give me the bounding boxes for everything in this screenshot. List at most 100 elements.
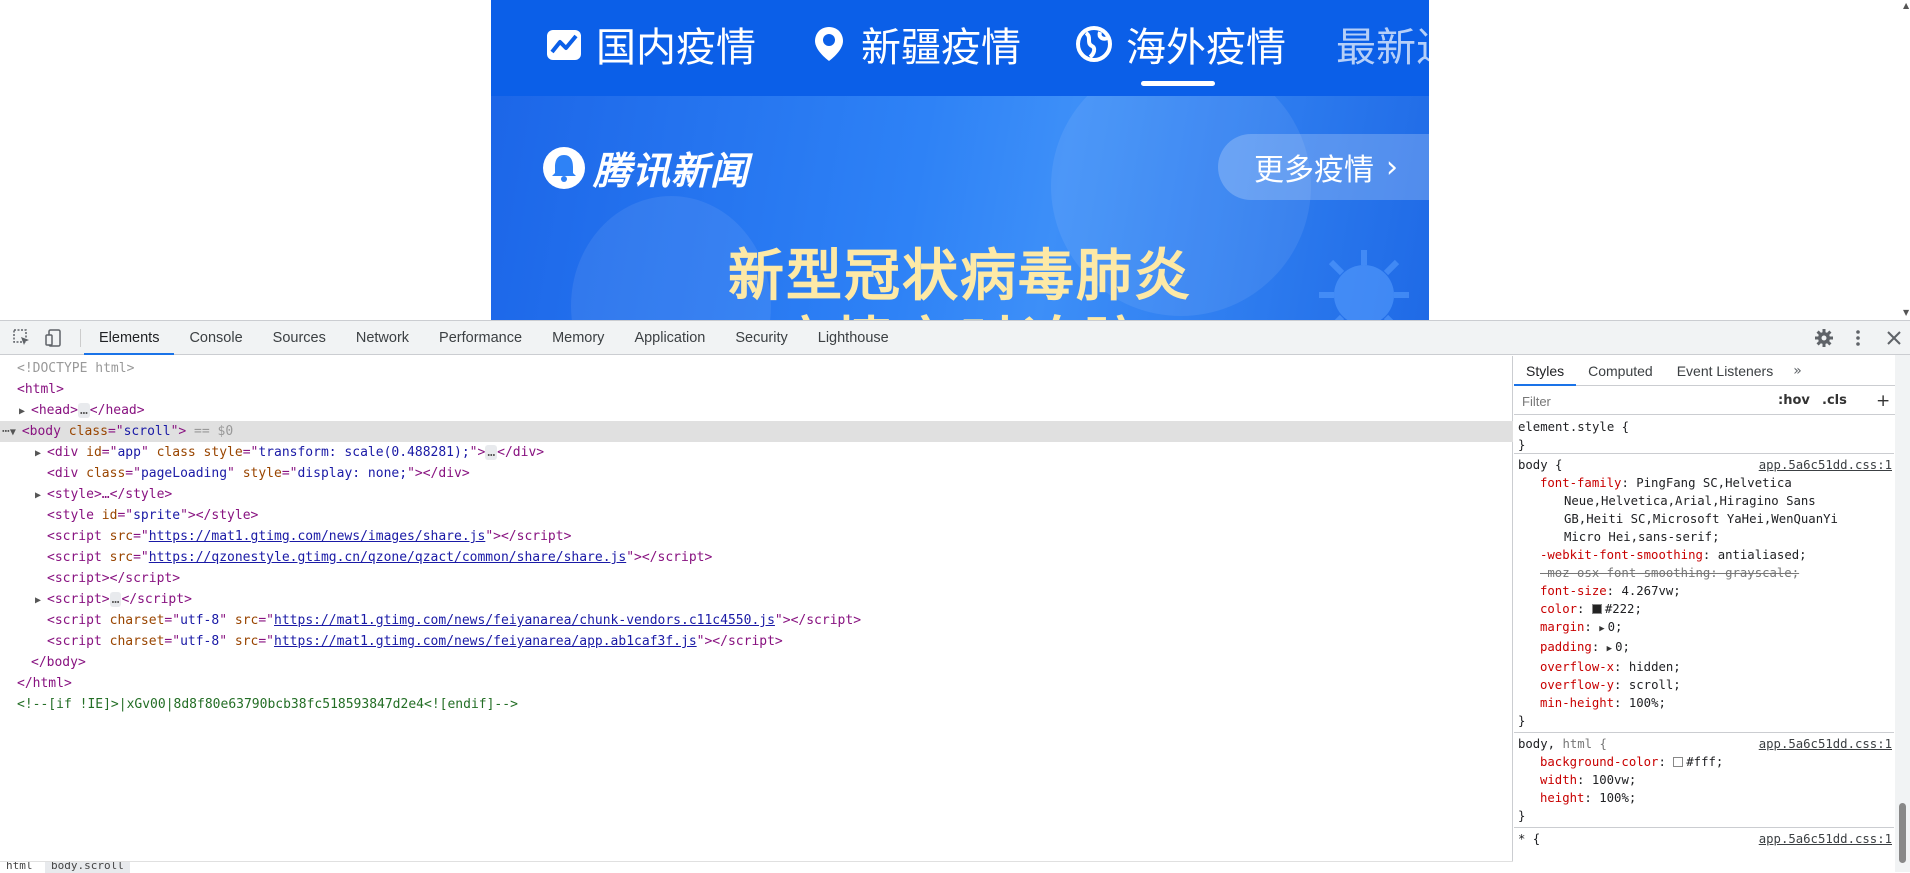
devtools-panel: Elements Console Sources Network Perform… [0, 320, 1910, 873]
nav-tab-domestic[interactable]: 国内疫情 [544, 14, 756, 74]
device-toolbar-icon[interactable] [44, 328, 64, 348]
dom-node-script-share[interactable]: <script src="https://mat1.gtimg.com/news… [0, 526, 1513, 547]
nav-tab-label: 新疆疫情 [861, 25, 1021, 71]
prop-value: 100%; [1599, 791, 1637, 805]
close-icon[interactable] [1884, 328, 1904, 348]
collapsed-ellipsis[interactable]: … [77, 403, 90, 418]
expand-triangle-icon[interactable]: ▶ [35, 590, 47, 611]
banner-subheadline: 疫情实时追踪 [491, 299, 1429, 320]
more-tabs-chevron-icon[interactable]: » [1785, 356, 1810, 386]
settings-gear-icon[interactable] [1814, 328, 1834, 348]
prop-value: hidden; [1628, 660, 1681, 674]
css-property[interactable]: overflow-x: hidden; [1518, 658, 1894, 676]
rule-body[interactable]: body { app.5a6c51dd.css:1 font-family: P… [1514, 454, 1894, 733]
expand-triangle-icon[interactable]: ▶ [35, 485, 47, 506]
dom-node-loading-div[interactable]: <div class="pageLoading" style="display:… [0, 463, 1513, 484]
tab-elements[interactable]: Elements [84, 321, 175, 355]
tab-network[interactable]: Network [341, 321, 424, 355]
color-swatch[interactable] [1673, 757, 1684, 767]
expand-triangle-icon[interactable]: ▶ [19, 401, 31, 422]
css-property[interactable]: font-size: 4.267vw; [1518, 582, 1894, 600]
styles-filter-input[interactable] [1518, 390, 1765, 412]
css-property[interactable]: overflow-y: scroll; [1518, 676, 1894, 694]
css-property[interactable]: font-family: PingFang SC,Helvetica [1518, 474, 1894, 492]
inspect-element-icon[interactable] [12, 328, 32, 348]
tab-styles[interactable]: Styles [1514, 356, 1577, 386]
rule-body-html[interactable]: body, html { app.5a6c51dd.css:1 backgrou… [1514, 733, 1894, 828]
tab-security[interactable]: Security [720, 321, 802, 355]
more-epidemic-button[interactable]: 更多疫情 › [1218, 134, 1429, 200]
dom-node-script-inline[interactable]: ▶ <script>… </script> [0, 589, 1513, 610]
rule-source-link[interactable]: app.5a6c51dd.css:1 [1759, 456, 1892, 474]
dom-node-doctype[interactable]: <!DOCTYPE html> [0, 358, 1513, 379]
css-property[interactable]: width: 100vw; [1518, 771, 1894, 789]
script-src-link[interactable]: https://qzonestyle.gtimg.cn/qzone/qzact/… [149, 550, 626, 565]
viewport-scrollbar[interactable] [1893, 0, 1910, 320]
scroll-up-arrow-icon[interactable]: ▲ [1903, 1, 1909, 10]
prop-name: background-color [1540, 755, 1659, 769]
tab-sources[interactable]: Sources [258, 321, 341, 355]
dom-node-html[interactable]: <html> [0, 379, 1513, 400]
devtools-tabs: Elements Console Sources Network Perform… [84, 321, 904, 355]
new-style-rule-button[interactable]: + [1876, 391, 1890, 411]
scroll-down-arrow-icon[interactable]: ▼ [1903, 308, 1909, 317]
dom-node-script-vendors[interactable]: <script charset="utf-8" src="https://mat… [0, 610, 1513, 631]
attr-value: transform: scale(0.488281); [258, 445, 470, 460]
nav-tab-overseas[interactable]: 海外疫情 [1074, 14, 1286, 74]
rule-source-link[interactable]: app.5a6c51dd.css:1 [1759, 830, 1892, 848]
dom-node-script-empty[interactable]: <script></script> [0, 568, 1513, 589]
css-property[interactable]: min-height: 100%; [1518, 694, 1894, 712]
dom-node-comment[interactable]: <!--[if !IE]>|xGv00|8d8f80e63790bcb38fc5… [0, 694, 1513, 715]
prop-value: 100vw; [1591, 773, 1637, 787]
dom-node-body-selected[interactable]: ⋯▼ <body class="scroll"> == $0 [0, 421, 1513, 442]
more-options-icon[interactable] [1848, 328, 1868, 348]
script-src-link[interactable]: https://mat1.gtimg.com/news/images/share… [149, 529, 486, 544]
script-src-link[interactable]: https://mat1.gtimg.com/news/feiyanarea/a… [274, 634, 697, 649]
breadcrumb-body[interactable]: body.scroll [45, 862, 130, 873]
dom-node-head[interactable]: ▶ <head>… </head> [0, 400, 1513, 421]
dom-node-style-sprite[interactable]: <style id="sprite"></style> [0, 505, 1513, 526]
color-swatch[interactable] [1591, 604, 1602, 614]
tab-memory[interactable]: Memory [537, 321, 619, 355]
expand-triangle-icon[interactable]: ▶ [35, 443, 47, 464]
hover-state-toggle[interactable]: :hov [1778, 391, 1810, 411]
prop-name: overflow-y [1540, 678, 1615, 692]
rule-element-style[interactable]: element.style { } [1514, 416, 1894, 454]
tab-performance[interactable]: Performance [424, 321, 537, 355]
css-property[interactable]: background-color: #fff; [1518, 753, 1894, 771]
class-toggle[interactable]: .cls [1822, 391, 1847, 411]
dom-node-body-close[interactable]: </body> [0, 652, 1513, 673]
dom-node-script-app[interactable]: <script charset="utf-8" src="https://mat… [0, 631, 1513, 652]
css-property[interactable]: margin: ▶ 0; [1518, 618, 1894, 638]
tab-lighthouse[interactable]: Lighthouse [803, 321, 904, 355]
rule-source-link[interactable]: app.5a6c51dd.css:1 [1759, 735, 1892, 753]
css-property[interactable]: -webkit-font-smoothing: antialiased; [1518, 546, 1894, 564]
dom-node-script-qzone[interactable]: <script src="https://qzonestyle.gtimg.cn… [0, 547, 1513, 568]
css-property[interactable]: padding: ▶ 0; [1518, 638, 1894, 658]
dom-node-app-div[interactable]: ▶ <div id="app" class style="transform: s… [0, 442, 1513, 463]
node-actions-icon[interactable]: ⋯ [2, 424, 10, 439]
styles-scrollbar[interactable] [1895, 355, 1910, 872]
css-property[interactable]: color: #222; [1518, 600, 1894, 618]
nav-tab-latest[interactable]: 最新进 [1336, 14, 1429, 74]
tab-application[interactable]: Application [619, 321, 720, 355]
css-property[interactable]: height: 100%; [1518, 789, 1894, 807]
collapse-triangle-icon[interactable]: ▼ [10, 422, 22, 443]
rule-close-brace: } [1518, 809, 1526, 823]
nav-tab-xinjiang[interactable]: 新疆疫情 [809, 14, 1021, 74]
dom-node-html-close[interactable]: </html> [0, 673, 1513, 694]
expand-shorthand-icon[interactable]: ▶ [1607, 644, 1612, 654]
attr-value: utf-8 [180, 613, 220, 628]
scrollbar-thumb[interactable] [1899, 803, 1906, 863]
rule-universal[interactable]: * { app.5a6c51dd.css:1 [1514, 828, 1894, 850]
expand-shorthand-icon[interactable]: ▶ [1599, 624, 1604, 634]
dom-node-style[interactable]: ▶ <style>…</style> [0, 484, 1513, 505]
script-src-link[interactable]: https://mat1.gtimg.com/news/feiyanarea/c… [274, 613, 775, 628]
breadcrumb-html[interactable]: html [6, 862, 33, 872]
devtools-toolbar-right [1800, 321, 1910, 355]
rule-selector: element.style { [1518, 420, 1630, 434]
tab-computed[interactable]: Computed [1576, 356, 1665, 386]
css-property-overridden[interactable]: -moz-osx-font-smoothing: grayscale; [1518, 564, 1894, 582]
tab-event-listeners[interactable]: Event Listeners [1665, 356, 1786, 386]
tab-console[interactable]: Console [174, 321, 257, 355]
